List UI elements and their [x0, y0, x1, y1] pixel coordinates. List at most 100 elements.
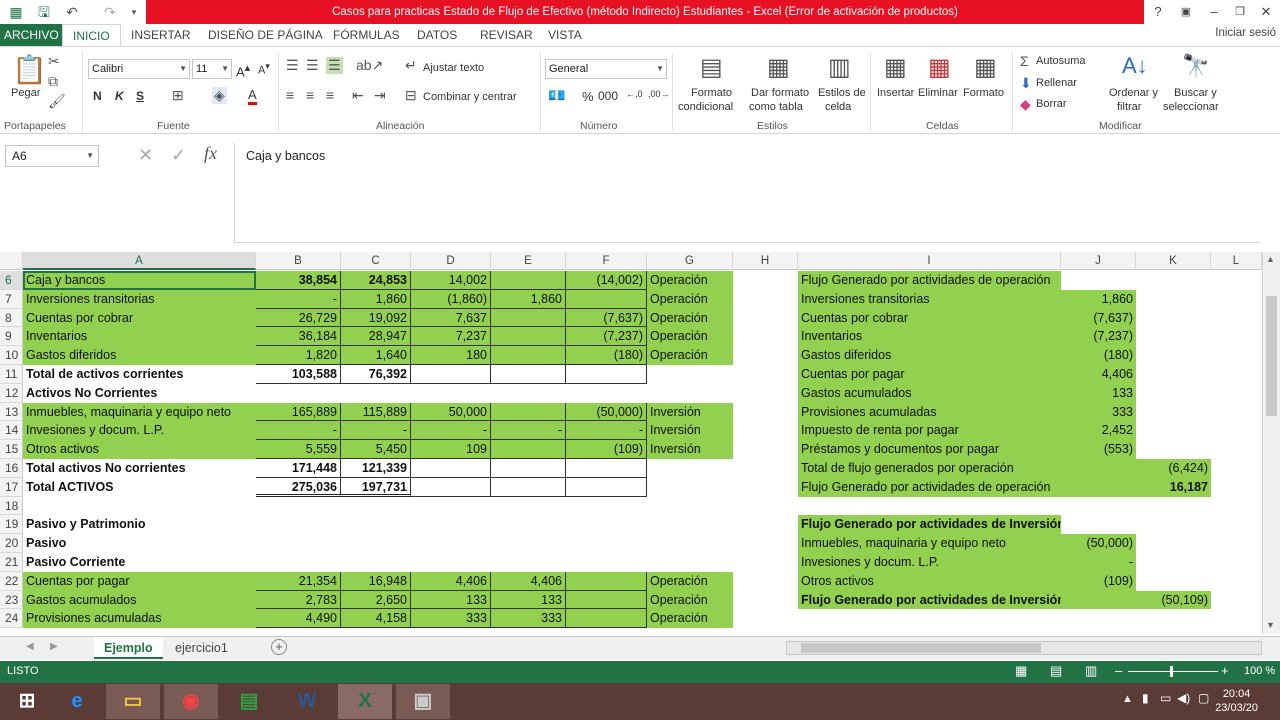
restore-icon[interactable]: ❐ — [1226, 0, 1254, 24]
sort-filter-icon[interactable]: A↓ — [1122, 53, 1148, 79]
tab-insertar[interactable]: INSERTAR — [131, 24, 191, 46]
cell-g8[interactable]: Operación — [647, 308, 733, 328]
cell-h23[interactable] — [733, 591, 798, 610]
cell-d6[interactable]: 14,002 — [411, 271, 491, 290]
cell-e21[interactable] — [491, 553, 566, 572]
system-clock[interactable]: 20:04 23/03/20 — [1215, 687, 1258, 715]
cell-g13[interactable]: Inversión — [647, 402, 733, 422]
cell-d12[interactable] — [411, 384, 491, 403]
row-header[interactable]: 20 — [0, 534, 23, 553]
cell-e10[interactable] — [491, 346, 566, 365]
cell-e15[interactable] — [491, 440, 566, 459]
cell-i21[interactable]: Invesiones y docum. L.P. — [798, 553, 1061, 572]
cell-e22[interactable]: 4,406 — [491, 571, 566, 591]
cell-d23[interactable]: 133 — [411, 590, 491, 610]
cell-i23[interactable]: Flujo Generado por actividades de Invers… — [798, 590, 1061, 610]
cell-h12[interactable] — [733, 384, 798, 403]
cell-c12[interactable] — [341, 384, 411, 403]
cell-b17[interactable]: 275,036 — [256, 477, 341, 497]
row-header[interactable]: 16 — [0, 459, 23, 478]
column-header-c[interactable]: C — [341, 252, 411, 270]
cell-e7[interactable]: 1,860 — [491, 289, 566, 309]
paste-button[interactable]: Pegar — [11, 87, 40, 99]
cell-i18[interactable] — [798, 497, 1061, 516]
cell-c20[interactable] — [341, 534, 411, 553]
cell-h9[interactable] — [733, 327, 798, 346]
cell-h8[interactable] — [733, 309, 798, 328]
wrap-text-button[interactable]: Ajustar texto — [423, 62, 484, 74]
cell-h14[interactable] — [733, 421, 798, 440]
cell-i19[interactable]: Flujo Generado por actividades de Invers… — [798, 515, 1061, 535]
cell-j19[interactable] — [1061, 515, 1136, 534]
cell-d18[interactable] — [411, 497, 491, 516]
cell-c19[interactable] — [341, 515, 411, 534]
fill-color-icon[interactable]: ◈ — [212, 87, 227, 104]
insert-cells-button[interactable]: Insertar — [877, 87, 914, 99]
cell-g11[interactable] — [647, 365, 733, 384]
cell-d22[interactable]: 4,406 — [411, 571, 491, 591]
cell-i6[interactable]: Flujo Generado por actividades de operac… — [798, 271, 1061, 290]
cell-j12[interactable]: 133 — [1061, 383, 1136, 403]
cell-d24[interactable]: 333 — [411, 609, 491, 629]
cell-k7[interactable] — [1136, 290, 1211, 309]
row-header[interactable]: 23 — [0, 590, 23, 610]
cell-k24[interactable] — [1136, 609, 1211, 628]
cell-k22[interactable] — [1136, 572, 1211, 591]
cell-g16[interactable] — [647, 459, 733, 478]
name-box[interactable]: A6 ▼ — [5, 145, 99, 167]
cell-a9[interactable]: Inventarios — [23, 327, 256, 347]
customize-toolbar-icon[interactable]: ▾ — [124, 2, 144, 22]
cell-e14[interactable]: - — [491, 421, 566, 441]
tab-formulas[interactable]: FÓRMULAS — [333, 24, 400, 46]
font-name-combo[interactable]: Calibri ▼ — [88, 59, 190, 79]
cell-j17[interactable] — [1061, 477, 1136, 497]
column-header-i[interactable]: I — [798, 252, 1061, 270]
cell-h19[interactable] — [733, 515, 798, 534]
cell-c16[interactable]: 121,339 — [341, 459, 411, 478]
cell-b7[interactable]: - — [256, 289, 341, 309]
row-header[interactable]: 17 — [0, 477, 23, 497]
word-icon[interactable]: W — [280, 684, 334, 719]
worksheet-grid[interactable]: ABCDEFGHIJKL 6 Caja y bancos 38,854 24,853 1… — [0, 252, 1262, 634]
cell-i9[interactable]: Inventarios — [798, 327, 1061, 347]
cell-d9[interactable]: 7,237 — [411, 327, 491, 347]
row-header[interactable]: 7 — [0, 289, 23, 309]
cell-j16[interactable] — [1061, 459, 1136, 478]
undo-icon[interactable]: ↶ — [62, 2, 82, 22]
delete-cells-icon[interactable]: ▦ — [928, 53, 951, 82]
cell-k18[interactable] — [1136, 497, 1211, 516]
add-sheet-icon[interactable]: + — [271, 639, 287, 655]
orientation-icon[interactable]: ab↗ — [356, 57, 383, 74]
cell-b22[interactable]: 21,354 — [256, 571, 341, 591]
copy-icon[interactable]: ⧉ — [48, 73, 58, 90]
cell-a10[interactable]: Gastos diferidos — [23, 346, 256, 365]
cell-d16[interactable] — [411, 459, 491, 478]
save-icon[interactable]: 🖫 — [34, 2, 54, 22]
cancel-icon[interactable]: ✕ — [138, 145, 153, 166]
cell-h20[interactable] — [733, 534, 798, 553]
volume-icon[interactable]: ◀) — [1177, 691, 1190, 705]
cell-b6[interactable]: 38,854 — [256, 271, 341, 290]
next-sheet-icon[interactable]: ▶ — [50, 641, 58, 652]
decrease-indent-icon[interactable]: ⇤ — [352, 87, 364, 104]
row-header[interactable]: 22 — [0, 571, 23, 591]
cell-b9[interactable]: 36,184 — [256, 327, 341, 347]
format-as-table-label1[interactable]: Dar formato — [751, 87, 809, 99]
fill-button[interactable]: Rellenar — [1036, 77, 1077, 89]
cell-e20[interactable] — [491, 534, 566, 553]
cell-a24[interactable]: Provisiones acumuladas — [23, 609, 256, 629]
cell-g10[interactable]: Operación — [647, 346, 733, 365]
formula-input[interactable]: Caja y bancos — [234, 143, 1260, 243]
column-header-j[interactable]: J — [1061, 252, 1136, 270]
cell-g7[interactable]: Operación — [647, 289, 733, 309]
cell-j11[interactable]: 4,406 — [1061, 365, 1136, 384]
cell-c22[interactable]: 16,948 — [341, 571, 411, 591]
cell-d7[interactable]: (1,860) — [411, 289, 491, 309]
cell-c18[interactable] — [341, 497, 411, 516]
cell-k14[interactable] — [1136, 421, 1211, 440]
grow-font-icon[interactable]: A▴ — [236, 61, 250, 79]
cell-d20[interactable] — [411, 534, 491, 553]
zoom-out-icon[interactable]: – — [1115, 663, 1122, 678]
cell-j15[interactable]: (553) — [1061, 440, 1136, 459]
cell-b19[interactable] — [256, 515, 341, 534]
